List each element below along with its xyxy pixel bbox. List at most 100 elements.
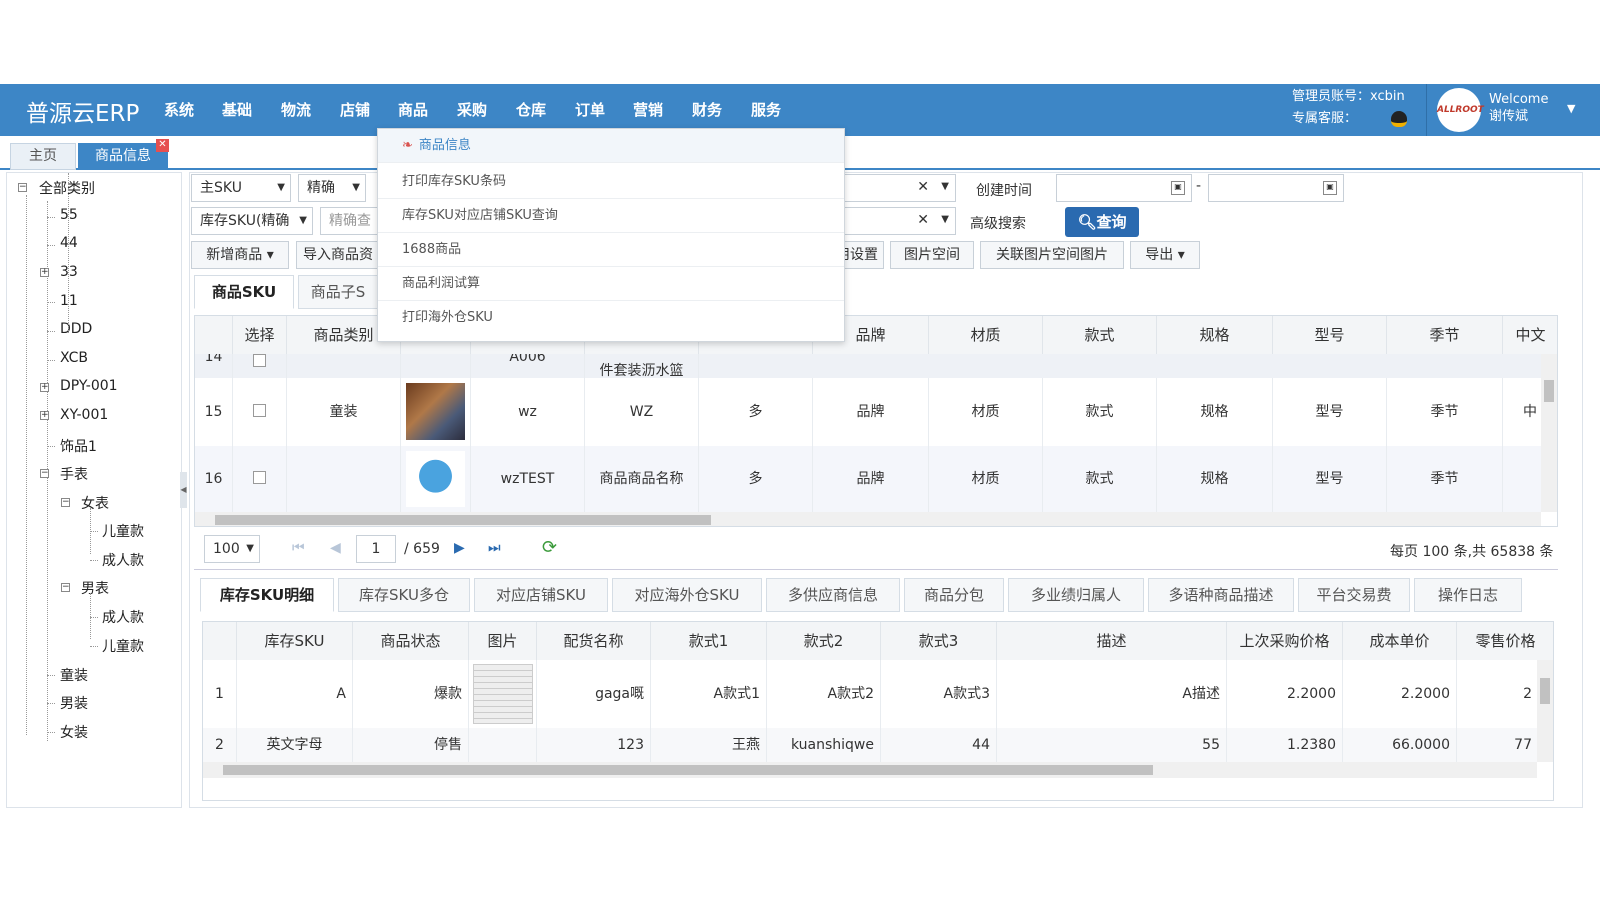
tab-packaging[interactable]: 商品分包 <box>904 578 1004 612</box>
caret-down-icon[interactable]: ▼ <box>1567 102 1575 115</box>
menu-item-print-overseas-sku[interactable]: 打印海外仓SKU <box>378 301 844 335</box>
col-header[interactable]: 成本单价 <box>1343 622 1457 660</box>
clear-icon[interactable]: ✕ <box>917 179 929 195</box>
tree-item[interactable]: 儿童款 <box>102 636 144 656</box>
prev-page-icon[interactable]: ◀ <box>330 540 341 556</box>
col-header[interactable]: 材质 <box>929 316 1043 354</box>
link-images-button[interactable]: 关联图片空间图片 <box>980 241 1124 269</box>
collapse-icon[interactable]: − <box>61 498 70 507</box>
add-product-button[interactable]: 新增商品 ▾ <box>191 241 289 269</box>
import-button[interactable]: 导入商品资 <box>296 241 380 269</box>
first-page-icon[interactable]: ⏮ <box>292 540 305 556</box>
nav-system[interactable]: 系统 <box>164 84 194 136</box>
tab-overseas-sku[interactable]: 对应海外仓SKU <box>612 578 762 612</box>
col-header[interactable]: 图片 <box>469 622 537 660</box>
tab-multilingual[interactable]: 多语种商品描述 <box>1148 578 1294 612</box>
collapse-icon[interactable]: − <box>40 469 49 478</box>
nav-logistics[interactable]: 物流 <box>281 84 311 136</box>
tab-product-sub[interactable]: 商品子S <box>298 275 378 309</box>
tab-performance[interactable]: 多业绩归属人 <box>1008 578 1144 612</box>
tree-item[interactable]: DDD <box>60 321 92 337</box>
col-header[interactable]: 库存SKU <box>237 622 353 660</box>
col-header[interactable]: 型号 <box>1273 316 1387 354</box>
user-menu[interactable]: ALLROOT Welcome 谢传斌 ▼ <box>1426 84 1600 136</box>
tab-stock-sku-detail[interactable]: 库存SKU明细 <box>200 578 334 612</box>
col-header[interactable]: 选择 <box>233 316 287 354</box>
row-checkbox[interactable] <box>233 446 287 512</box>
page-input[interactable]: 1 <box>356 535 396 563</box>
tab-store-sku[interactable]: 对应店铺SKU <box>474 578 608 612</box>
collapse-icon[interactable]: − <box>18 183 27 192</box>
col-header[interactable]: 款式2 <box>767 622 881 660</box>
tree-item[interactable]: 成人款 <box>102 607 144 627</box>
query-button[interactable]: 🔍︎查询 <box>1065 207 1139 237</box>
tab-platform-fees[interactable]: 平台交易费 <box>1298 578 1410 612</box>
tab-product-sku[interactable]: 商品SKU <box>194 275 294 309</box>
col-header[interactable]: 款式 <box>1043 316 1157 354</box>
col-header[interactable]: 中文 <box>1503 316 1557 354</box>
splitter[interactable] <box>194 569 1558 572</box>
vertical-scrollbar[interactable] <box>1541 354 1557 512</box>
sku-image[interactable] <box>473 664 533 724</box>
refresh-icon[interactable]: ⟳ <box>542 537 557 558</box>
tree-root[interactable]: 全部类别 <box>39 178 95 198</box>
tree-item[interactable]: DPY-001 <box>60 378 118 394</box>
chevron-down-icon[interactable]: ▼ <box>941 181 949 192</box>
col-header[interactable]: 款式3 <box>881 622 997 660</box>
tree-item[interactable]: 男装 <box>60 693 88 713</box>
tab-product-info[interactable]: 商品信息 <box>78 143 168 170</box>
search-input-right-2[interactable]: ✕ ▼ <box>830 207 956 235</box>
image-space-button[interactable]: 图片空间 <box>890 241 974 269</box>
menu-item-sku-store-query[interactable]: 库存SKU对应店铺SKU查询 <box>378 199 844 233</box>
tree-item[interactable]: XCB <box>60 350 88 366</box>
product-image[interactable] <box>406 383 465 440</box>
col-header[interactable]: 上次采购价格 <box>1227 622 1343 660</box>
sku-type-select[interactable]: 主SKU ▼ <box>191 174 291 202</box>
tree-item[interactable]: XY-001 <box>60 407 108 423</box>
tree-item[interactable]: 童装 <box>60 665 88 685</box>
menu-item-print-sku-barcode[interactable]: 打印库存SKU条码 <box>378 165 844 199</box>
match-select[interactable]: 精确 ▼ <box>298 174 366 202</box>
tree-item[interactable]: 成人款 <box>102 550 144 570</box>
horizontal-scrollbar[interactable] <box>195 512 1541 526</box>
advanced-search-label[interactable]: 高级搜索 <box>970 213 1026 233</box>
row-checkbox[interactable] <box>233 354 287 378</box>
tree-item[interactable]: 饰品1 <box>60 436 97 456</box>
search-input-right[interactable]: ✕ ▼ <box>830 174 956 202</box>
menu-item-profit-calc[interactable]: 商品利润试算 <box>378 267 844 301</box>
page-size-select[interactable]: 100 ▼ <box>204 535 260 563</box>
export-button[interactable]: 导出 ▾ <box>1130 241 1200 269</box>
app-logo[interactable]: 普源云ERP <box>26 94 139 128</box>
tab-home[interactable]: 主页 <box>10 143 76 170</box>
clear-icon[interactable]: ✕ <box>917 212 929 228</box>
col-header[interactable]: 零售价格 <box>1457 622 1553 660</box>
end-date-input[interactable]: ▣ <box>1208 174 1344 202</box>
col-header[interactable]: 季节 <box>1387 316 1503 354</box>
menu-item-product-info[interactable]: ❧ 商品信息 <box>378 129 844 163</box>
col-header[interactable]: 规格 <box>1157 316 1273 354</box>
expand-icon[interactable]: + <box>40 383 49 392</box>
tab-suppliers[interactable]: 多供应商信息 <box>766 578 900 612</box>
nav-store[interactable]: 店铺 <box>340 84 370 136</box>
last-page-icon[interactable]: ⏭ <box>488 540 501 556</box>
col-header[interactable]: 款式1 <box>651 622 767 660</box>
expand-icon[interactable]: + <box>40 268 49 277</box>
calendar-icon[interactable]: ▣ <box>1323 181 1337 195</box>
col-header[interactable]: 配货名称 <box>537 622 651 660</box>
tab-stock-sku-multi-warehouse[interactable]: 库存SKU多仓 <box>338 578 470 612</box>
tree-item[interactable]: 手表 <box>60 464 88 484</box>
collapse-sidebar-handle[interactable]: ◀ <box>180 472 187 508</box>
close-icon[interactable]: ✕ <box>156 139 169 152</box>
tree-item[interactable]: 女表 <box>81 493 109 513</box>
start-date-input[interactable]: ▣ <box>1056 174 1192 202</box>
next-page-icon[interactable]: ▶ <box>454 540 465 556</box>
horizontal-scrollbar[interactable] <box>203 762 1537 778</box>
collapse-icon[interactable]: − <box>61 583 70 592</box>
row-checkbox[interactable] <box>233 378 287 446</box>
calendar-icon[interactable]: ▣ <box>1171 181 1185 195</box>
product-image[interactable] <box>406 451 465 507</box>
tree-item[interactable]: 儿童款 <box>102 521 144 541</box>
chevron-down-icon[interactable]: ▼ <box>941 214 949 225</box>
sku-search-type-select[interactable]: 库存SKU(精确 ▼ <box>191 207 313 235</box>
col-header[interactable]: 商品状态 <box>353 622 469 660</box>
